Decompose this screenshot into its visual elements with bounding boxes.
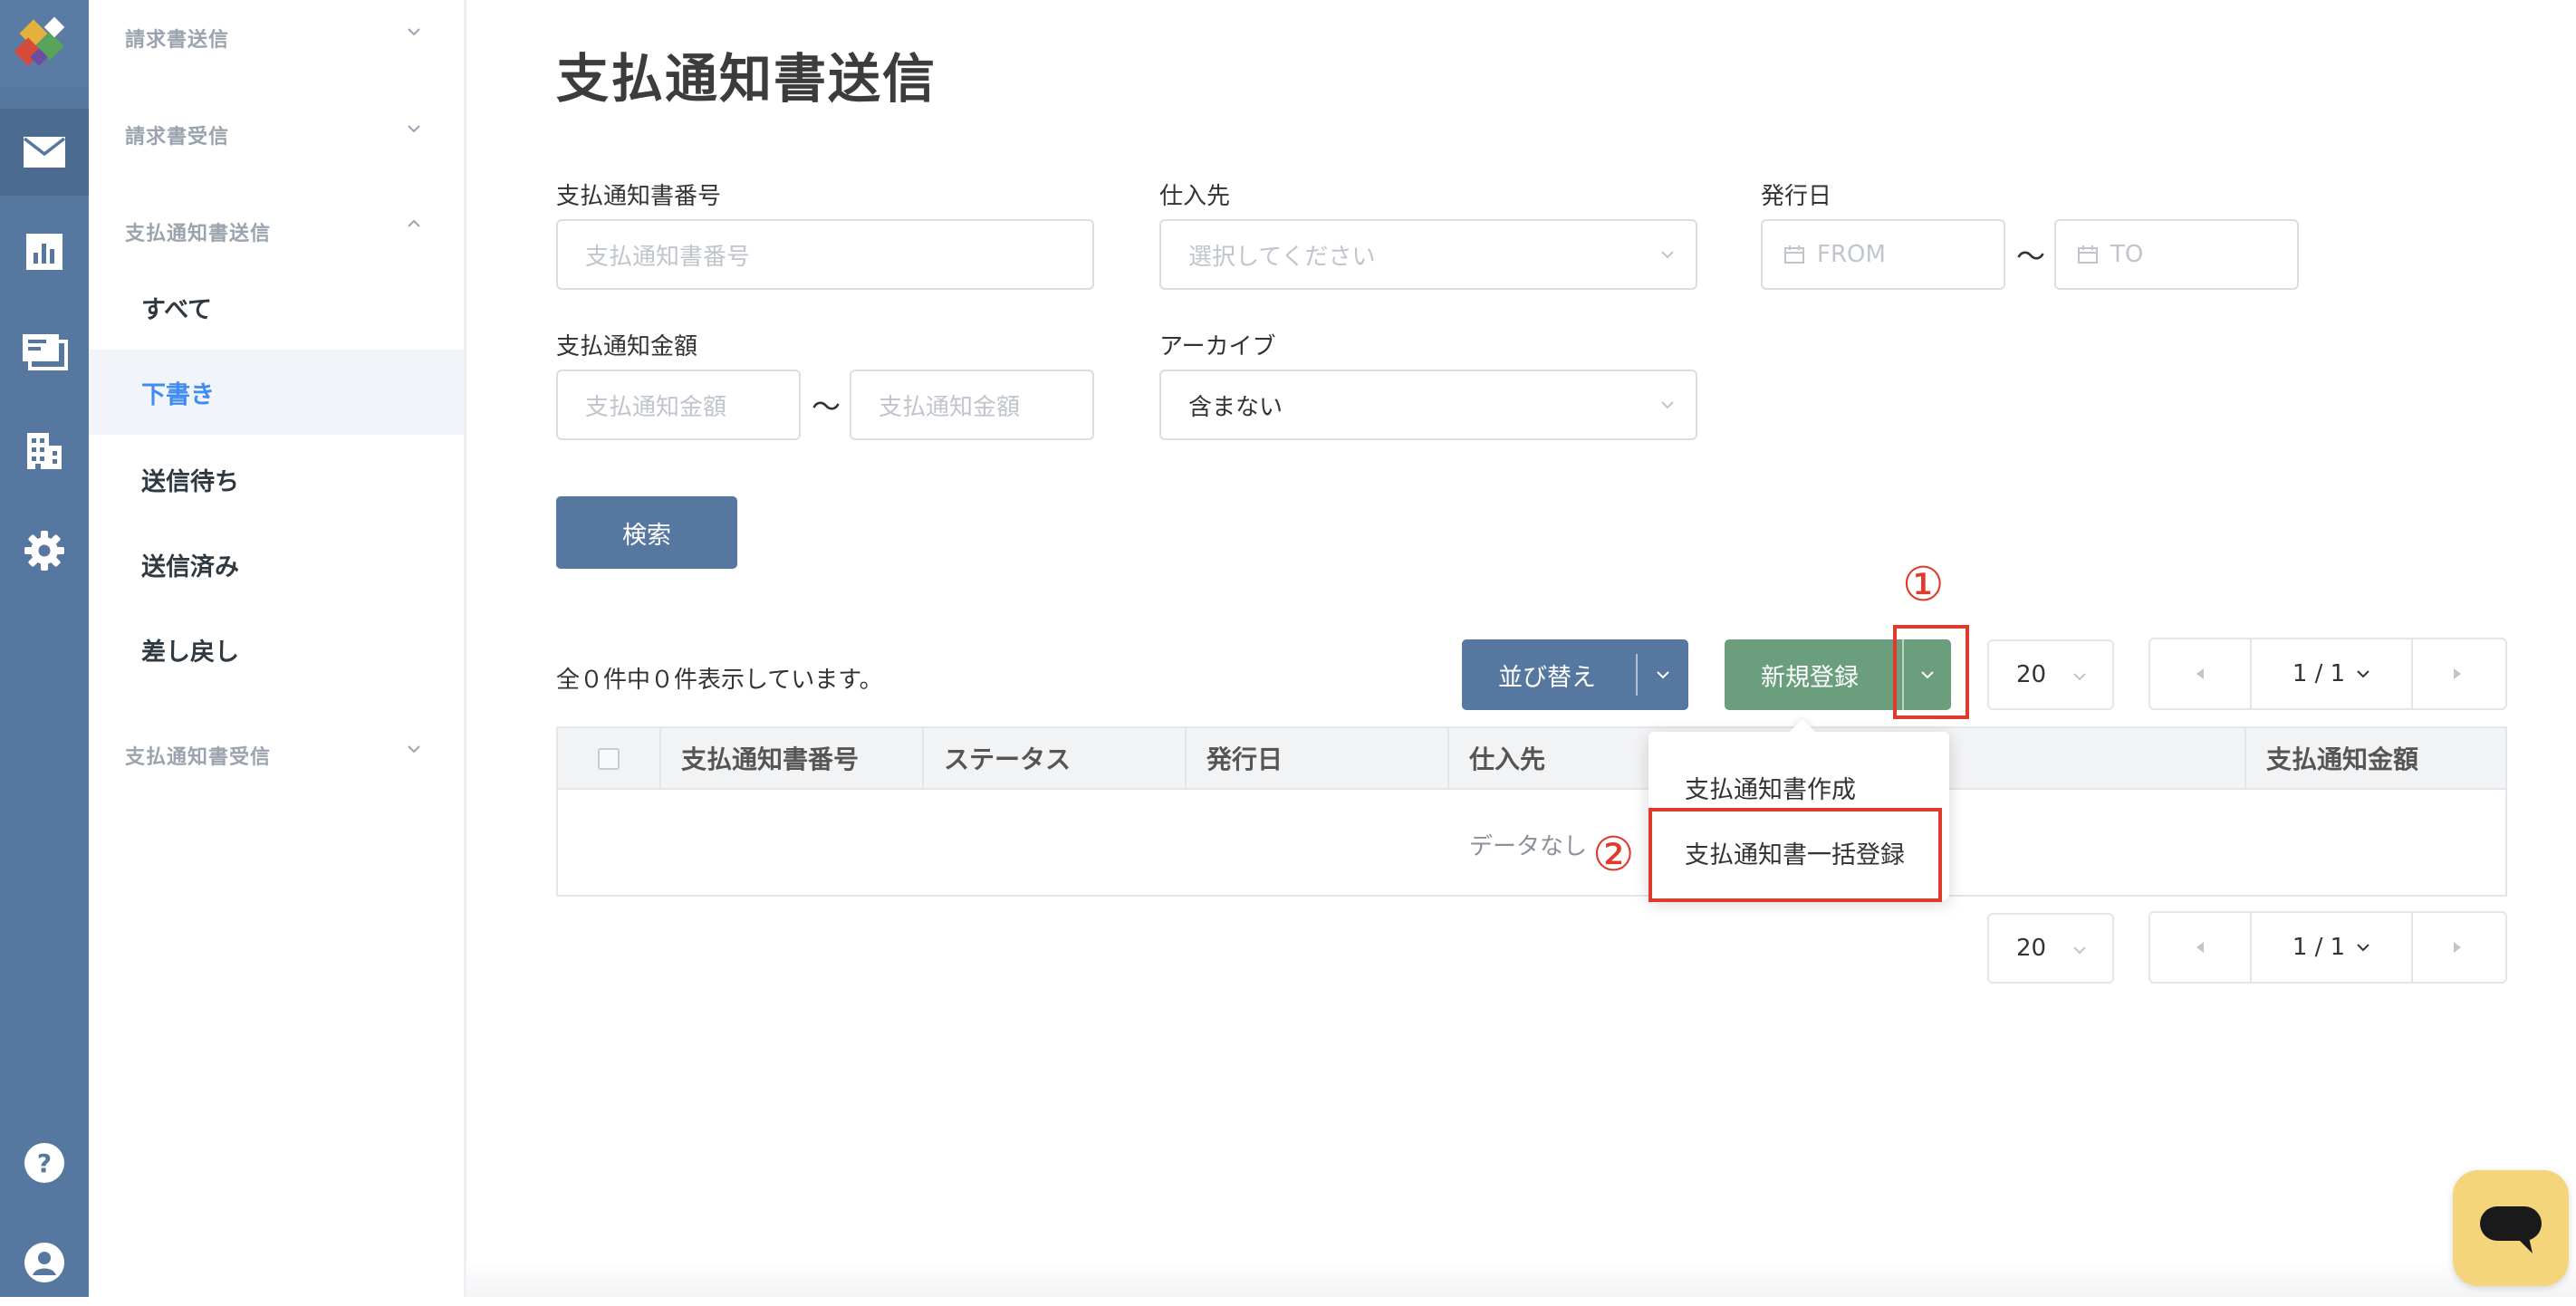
chevron-down-icon[interactable] [1656,668,1670,681]
sidebar-item-pending[interactable]: 送信待ち [89,437,464,522]
column-header-amount[interactable]: 支払通知金額 [2244,728,2505,788]
sort-button[interactable]: 並び替え [1462,639,1688,710]
sidebar-group-payment-send[interactable]: 支払通知書送信 [125,217,271,246]
issue-date-from-input[interactable]: FROM [1761,219,2005,290]
svg-text:?: ? [37,1148,52,1178]
sidebar-divider [464,0,466,1297]
caret-left-icon [2196,942,2204,953]
result-count: 全０件中０件表示しています。 [556,667,883,694]
pager-bottom: 1 / 1 [2148,911,2507,984]
chevron-down-icon [2073,946,2086,955]
amount-range-tilde: 〜 [812,389,841,424]
annotation-2: ② [1592,828,1635,882]
column-header-number[interactable]: 支払通知書番号 [659,728,922,788]
mail-icon[interactable] [0,109,89,196]
sidebar-item-draft[interactable]: 下書き [89,350,464,435]
number-input[interactable]: 支払通知書番号 [556,219,1094,290]
chevron-down-icon [2073,673,2086,681]
bottom-fade [466,1259,2576,1297]
annotation-box-1 [1893,625,1969,719]
caret-right-icon [2454,942,2461,953]
page-indicator-select[interactable]: 1 / 1 [2250,639,2413,708]
sidebar-group-payment-receive[interactable]: 支払通知書受信 [125,741,271,770]
sub-sidebar: 請求書送信 請求書受信 支払通知書送信 すべて 下書き 送信待ち 送信済み 差し… [89,0,466,786]
dropdown-item-create[interactable]: 支払通知書作成 [1685,770,1856,805]
next-page-button[interactable] [2409,639,2505,708]
sidebar-group-invoice-send[interactable]: 請求書送信 [125,24,229,53]
calendar-icon [2078,245,2098,264]
supplier-select[interactable]: 選択してください [1159,219,1697,290]
sidebar-item-sent[interactable]: 送信済み [89,522,464,607]
prev-page-button[interactable] [2150,913,2250,982]
next-page-button[interactable] [2409,913,2505,982]
invoice-icon[interactable] [0,308,89,395]
sidebar-group-invoice-receive[interactable]: 請求書受信 [125,120,229,149]
annotation-1: ① [1902,558,1945,612]
app-logo[interactable] [0,0,89,87]
empty-state-text: データなし [1469,833,1588,860]
chevron-down-icon[interactable] [408,25,420,38]
chevron-up-icon[interactable] [408,217,420,230]
page-indicator-select[interactable]: 1 / 1 [2250,913,2413,982]
amount-to-input[interactable]: 支払通知金額 [850,370,1094,440]
search-button[interactable]: 検索 [556,496,737,569]
column-header-status[interactable]: ステータス [922,728,1185,788]
gear-icon[interactable] [0,507,89,594]
chevron-down-icon [2357,670,2369,678]
archive-label: アーカイブ [1159,333,1276,360]
sidebar-item-all[interactable]: すべて [89,264,464,350]
amount-from-input[interactable]: 支払通知金額 [556,370,801,440]
chevron-down-icon [1661,401,1674,409]
sort-button-label: 並び替え [1498,664,1596,692]
column-header-issue-date[interactable]: 発行日 [1185,728,1447,788]
page-title: 支払通知書送信 [556,48,937,110]
date-range-tilde: 〜 [2016,239,2046,274]
icon-rail: ? [0,0,89,1297]
archive-select[interactable]: 含まない [1159,370,1697,440]
building-icon[interactable] [0,408,89,495]
page-size-select-bottom[interactable]: 20 [1987,913,2114,984]
select-all-checkbox[interactable] [598,748,620,770]
help-icon[interactable]: ? [0,1119,89,1206]
chat-bubble-icon [2480,1206,2542,1253]
amount-label: 支払通知金額 [556,333,698,360]
results-table: 支払通知書番号 ステータス 発行日 仕入先 支払通知金額 データなし [556,726,2507,897]
number-label: 支払通知書番号 [556,183,722,210]
chevron-down-icon [2357,944,2369,952]
page-size-select[interactable]: 20 [1987,639,2114,710]
table-header: 支払通知書番号 ステータス 発行日 仕入先 支払通知金額 [558,728,2505,790]
user-icon[interactable] [0,1219,89,1306]
issue-date-label: 発行日 [1761,183,1832,210]
prev-page-button[interactable] [2150,639,2250,708]
annotation-box-2 [1648,808,1942,902]
calendar-icon [1784,245,1804,264]
chat-support-button[interactable] [2453,1170,2569,1286]
new-register-label: 新規登録 [1761,664,1859,692]
pager: 1 / 1 [2148,638,2507,710]
caret-left-icon [2196,668,2204,679]
sidebar-item-returned[interactable]: 差し戻し [89,607,464,692]
chevron-down-icon[interactable] [408,122,420,135]
supplier-label: 仕入先 [1159,183,1231,210]
issue-date-to-input[interactable]: TO [2054,219,2299,290]
chevron-down-icon [1661,251,1674,259]
select-all-cell [558,728,659,788]
caret-right-icon [2454,668,2461,679]
chevron-down-icon[interactable] [408,743,420,755]
chart-icon[interactable] [0,208,89,295]
